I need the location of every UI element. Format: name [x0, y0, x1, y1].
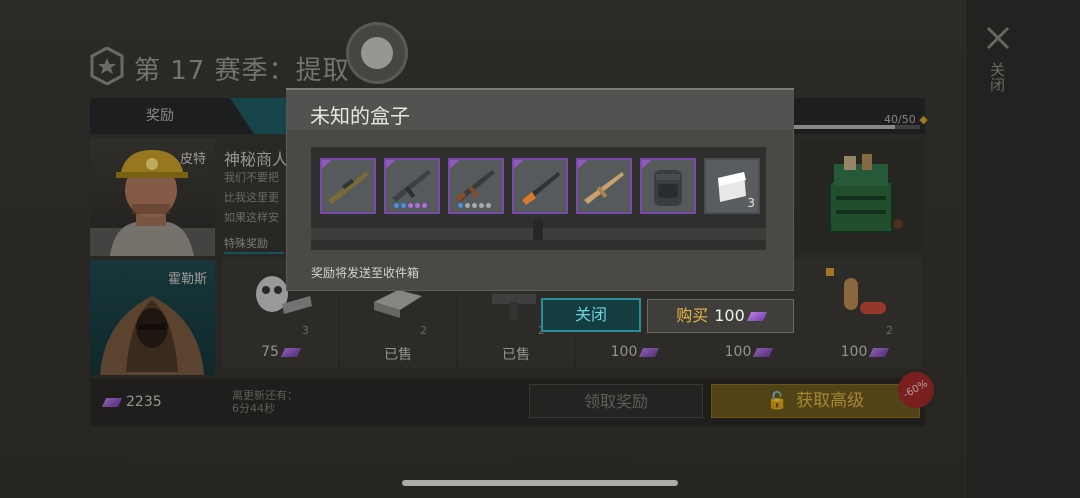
ak-rifle-icon[interactable] — [448, 158, 504, 214]
tan-rifle-icon[interactable] — [576, 158, 632, 214]
shotgun-icon[interactable] — [512, 158, 568, 214]
home-indicator[interactable] — [402, 480, 678, 486]
sniper-rifle-icon[interactable] — [320, 158, 376, 214]
buy-button[interactable]: 购买 100 — [647, 299, 794, 333]
gem-icon — [746, 312, 767, 321]
item-quantity: 3 — [747, 196, 755, 210]
metal-sheet-icon[interactable]: 3 — [704, 158, 760, 214]
inbox-note: 奖励将发送至收件箱 — [311, 266, 420, 280]
dialog-title: 未知的盒子 — [310, 104, 410, 128]
backpack-icon[interactable] — [640, 158, 696, 214]
scroll-handle[interactable] — [533, 220, 543, 240]
dialog-close-button[interactable]: 关闭 — [541, 298, 641, 332]
assault-rifle-icon[interactable] — [384, 158, 440, 214]
